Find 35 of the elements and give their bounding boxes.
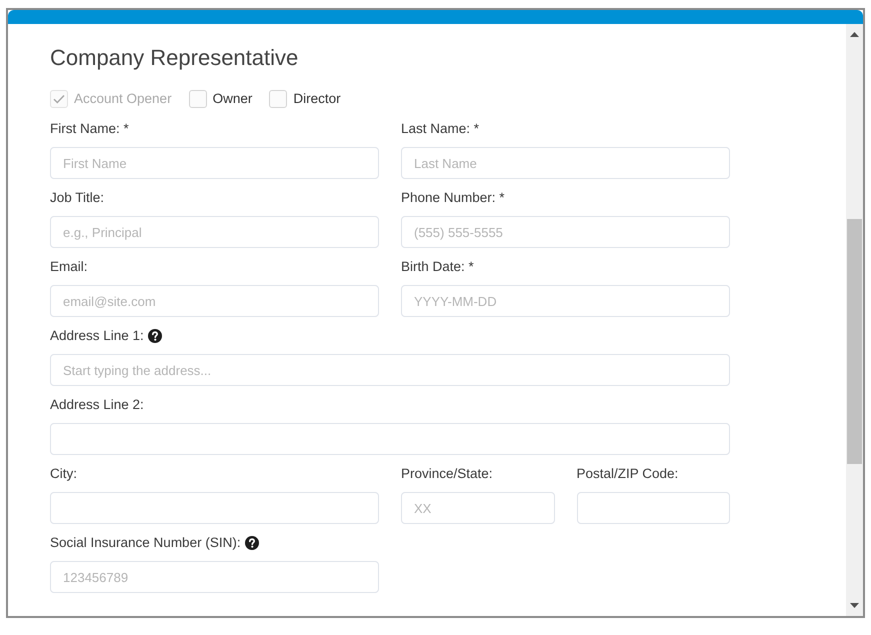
scrollbar[interactable] <box>846 24 863 616</box>
input-field[interactable]: (555) 555-5555 <box>401 216 730 248</box>
field-label: Birth Date: * <box>401 258 474 276</box>
field-label: Social Insurance Number (SIN): <box>50 534 241 552</box>
field-label: Province/State: <box>401 465 493 483</box>
input-field[interactable]: XX <box>401 492 554 524</box>
scrollbar-thumb[interactable] <box>847 219 862 464</box>
field-label: Job Title: <box>50 189 104 207</box>
input-field[interactable]: Last Name <box>401 147 730 179</box>
checkbox[interactable] <box>188 90 207 108</box>
input-field[interactable]: 123456789 <box>50 561 379 593</box>
field-label: City: <box>50 465 77 483</box>
field-label: Email: <box>50 258 88 276</box>
section-title: Company Representative <box>50 45 298 71</box>
field-label: Postal/ZIP Code: <box>576 465 678 483</box>
input-field[interactable] <box>50 492 379 524</box>
input-field[interactable]: e.g., Principal <box>50 216 379 248</box>
input-field[interactable] <box>50 423 730 455</box>
scroll-up-arrow-icon <box>850 32 859 37</box>
checkmark-icon <box>53 94 65 104</box>
input-field[interactable]: email@site.com <box>50 285 379 317</box>
checkbox-label: Account Opener <box>74 90 172 108</box>
field-label: Last Name: * <box>401 120 480 138</box>
field-label: Address Line 1: <box>50 327 144 345</box>
input-field[interactable]: Start typing the address... <box>50 354 730 386</box>
input-field[interactable] <box>576 492 730 524</box>
field-label: Address Line 2: <box>50 396 144 414</box>
scroll-down-arrow-icon <box>850 603 859 608</box>
checkbox-label[interactable]: Director <box>293 90 341 108</box>
field-label: Phone Number: * <box>401 189 505 207</box>
input-field[interactable]: First Name <box>50 147 379 179</box>
field-label: First Name: * <box>50 120 129 138</box>
checkbox[interactable] <box>269 90 288 108</box>
input-field[interactable]: YYYY-MM-DD <box>401 285 730 317</box>
checkbox-label[interactable]: Owner <box>212 90 252 108</box>
